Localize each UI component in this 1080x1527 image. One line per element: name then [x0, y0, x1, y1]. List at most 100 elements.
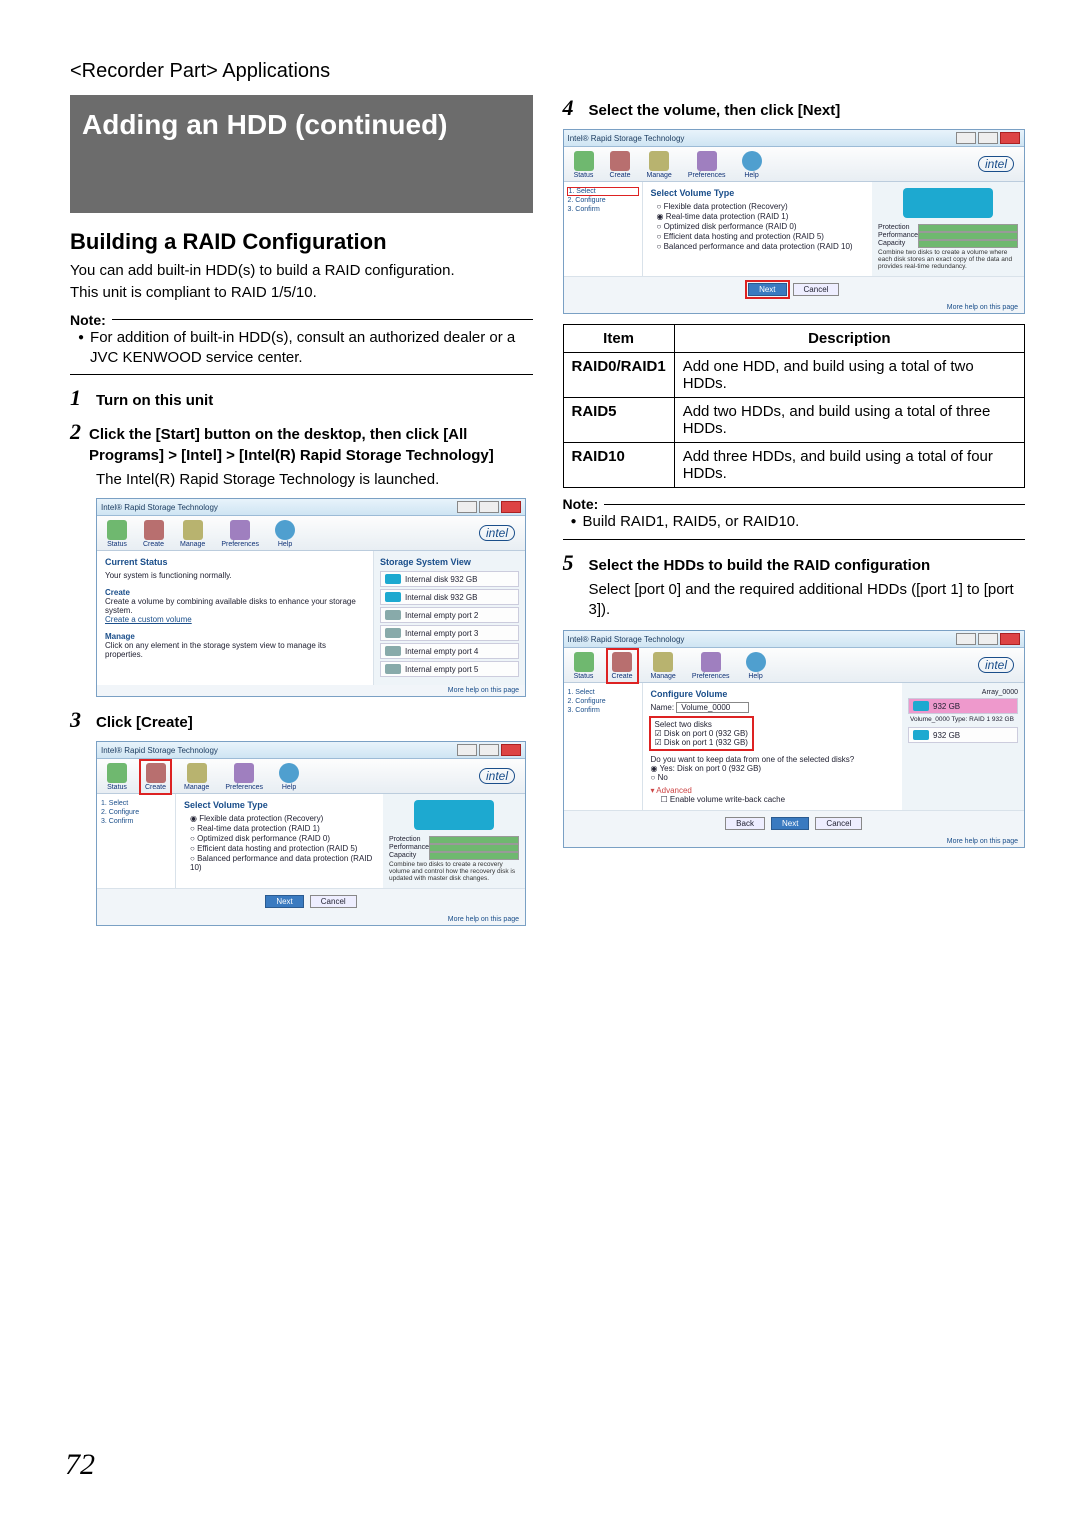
minimize-icon[interactable] [956, 132, 976, 144]
tool-status[interactable]: Status [107, 763, 127, 791]
disk-item[interactable]: Internal empty port 3 [380, 625, 519, 641]
preferences-icon [230, 520, 250, 540]
tool-help[interactable]: Help [742, 151, 762, 179]
radio-recovery[interactable]: ○ Flexible data protection (Recovery) [657, 202, 865, 211]
tool-preferences[interactable]: Preferences [692, 652, 730, 680]
tool-create[interactable]: Create [610, 652, 635, 680]
wizard-step-confirm[interactable]: 3. Confirm [568, 206, 638, 213]
tool-status[interactable]: Status [574, 652, 594, 680]
close-icon[interactable] [1000, 633, 1020, 645]
preferences-icon [234, 763, 254, 783]
step-number: 2 [70, 419, 81, 445]
create-line: Create a volume by combining available d… [105, 597, 365, 615]
tool-manage[interactable]: Manage [184, 763, 209, 791]
radio-raid0[interactable]: ○ Optimized disk performance (RAID 0) [657, 222, 865, 231]
disk-item[interactable]: Internal empty port 2 [380, 607, 519, 623]
help-link[interactable]: More help on this page [564, 302, 1025, 313]
writeback-checkbox[interactable]: ☐ Enable volume write-back cache [661, 795, 895, 804]
wizard-step-configure[interactable]: 2. Configure [568, 698, 638, 705]
wizard-step-configure[interactable]: 2. Configure [568, 197, 638, 204]
cancel-button[interactable]: Cancel [793, 283, 840, 296]
select-volume-heading: Select Volume Type [184, 800, 375, 810]
wizard-step-select[interactable]: 1. Select [568, 689, 638, 696]
table-row: RAID0/RAID1 Add one HDD, and build using… [563, 353, 1025, 398]
minimize-icon[interactable] [457, 744, 477, 756]
step-number: 1 [70, 385, 88, 411]
tool-create[interactable]: Create [143, 520, 164, 548]
system-view-heading: Storage System View [380, 557, 519, 567]
disk-item[interactable]: Internal disk 932 GB [380, 589, 519, 605]
help-link[interactable]: More help on this page [564, 836, 1025, 847]
maximize-icon[interactable] [479, 744, 499, 756]
volume-name-input[interactable]: Volume_0000 [676, 702, 749, 713]
help-link[interactable]: More help on this page [97, 914, 525, 925]
bar-protection [918, 224, 1018, 232]
create-link[interactable]: Create a custom volume [105, 615, 365, 624]
help-link[interactable]: More help on this page [97, 685, 525, 696]
volume-desc: Combine two disks to create a recovery v… [389, 861, 519, 882]
port-icon [385, 610, 401, 620]
tool-manage[interactable]: Manage [647, 151, 672, 179]
close-icon[interactable] [1000, 132, 1020, 144]
keep-no-radio[interactable]: ○ No [651, 773, 895, 782]
tool-status[interactable]: Status [574, 151, 594, 179]
close-icon[interactable] [501, 501, 521, 513]
wizard-step-confirm[interactable]: 3. Confirm [101, 818, 171, 825]
tool-help[interactable]: Help [746, 652, 766, 680]
radio-raid5[interactable]: ○ Efficient data hosting and protection … [657, 232, 865, 241]
maximize-icon[interactable] [479, 501, 499, 513]
cancel-button[interactable]: Cancel [815, 817, 862, 830]
wizard-step-select[interactable]: 1. Select [101, 800, 171, 807]
radio-raid0[interactable]: ○ Optimized disk performance (RAID 0) [190, 834, 375, 843]
create-icon [144, 520, 164, 540]
back-button[interactable]: Back [725, 817, 765, 830]
disk-item[interactable]: Internal empty port 4 [380, 643, 519, 659]
advanced-toggle[interactable]: ▾ Advanced [651, 786, 895, 795]
wizard-step-confirm[interactable]: 3. Confirm [568, 707, 638, 714]
wizard-step-select[interactable]: 1. Select [568, 188, 638, 195]
disk-checkbox-1[interactable]: ☑ Disk on port 1 (932 GB) [655, 738, 748, 747]
tool-preferences[interactable]: Preferences [221, 520, 259, 548]
tool-create[interactable]: Create [143, 763, 168, 791]
radio-raid5[interactable]: ○ Efficient data hosting and protection … [190, 844, 375, 853]
maximize-icon[interactable] [978, 132, 998, 144]
tool-manage[interactable]: Manage [651, 652, 676, 680]
radio-raid10[interactable]: ○ Balanced performance and data protecti… [190, 854, 375, 872]
maximize-icon[interactable] [978, 633, 998, 645]
wizard-step-configure[interactable]: 2. Configure [101, 809, 171, 816]
radio-raid10[interactable]: ○ Balanced performance and data protecti… [657, 242, 865, 251]
window-title: Intel® Rapid Storage Technology [568, 635, 685, 644]
tool-help[interactable]: Help [279, 763, 299, 791]
select-disks-label: Select two disks [655, 720, 748, 729]
disk-item[interactable]: Internal empty port 5 [380, 661, 519, 677]
keep-yes-radio[interactable]: ◉ Yes: Disk on port 0 (932 GB) [651, 764, 895, 773]
tool-status[interactable]: Status [107, 520, 127, 548]
radio-raid1[interactable]: ◉ Real-time data protection (RAID 1) [657, 212, 865, 221]
bar-performance-label: Performance [878, 232, 918, 238]
next-button[interactable]: Next [265, 895, 303, 908]
tool-manage[interactable]: Manage [180, 520, 205, 548]
window-title: Intel® Rapid Storage Technology [101, 746, 218, 755]
minimize-icon[interactable] [457, 501, 477, 513]
next-button[interactable]: Next [748, 283, 786, 296]
help-icon [275, 520, 295, 540]
port-icon [385, 646, 401, 656]
radio-raid1[interactable]: ○ Real-time data protection (RAID 1) [190, 824, 375, 833]
next-button[interactable]: Next [771, 817, 809, 830]
section-heading: Building a RAID Configuration [70, 229, 533, 255]
raid-graphic [414, 800, 494, 830]
tool-create[interactable]: Create [610, 151, 631, 179]
step-number: 3 [70, 707, 88, 733]
intro-line-2: This unit is compliant to RAID 1/5/10. [70, 283, 533, 303]
tool-preferences[interactable]: Preferences [688, 151, 726, 179]
disk-item[interactable]: Internal disk 932 GB [380, 571, 519, 587]
minimize-icon[interactable] [956, 633, 976, 645]
radio-recovery[interactable]: ◉ Flexible data protection (Recovery) [190, 814, 375, 823]
tool-help[interactable]: Help [275, 520, 295, 548]
tool-preferences[interactable]: Preferences [225, 763, 263, 791]
cancel-button[interactable]: Cancel [310, 895, 357, 908]
close-icon[interactable] [501, 744, 521, 756]
select-volume-heading: Select Volume Type [651, 188, 865, 198]
note-bullet: For addition of built-in HDD(s), consult… [78, 328, 533, 369]
disk-checkbox-0[interactable]: ☑ Disk on port 0 (932 GB) [655, 729, 748, 738]
